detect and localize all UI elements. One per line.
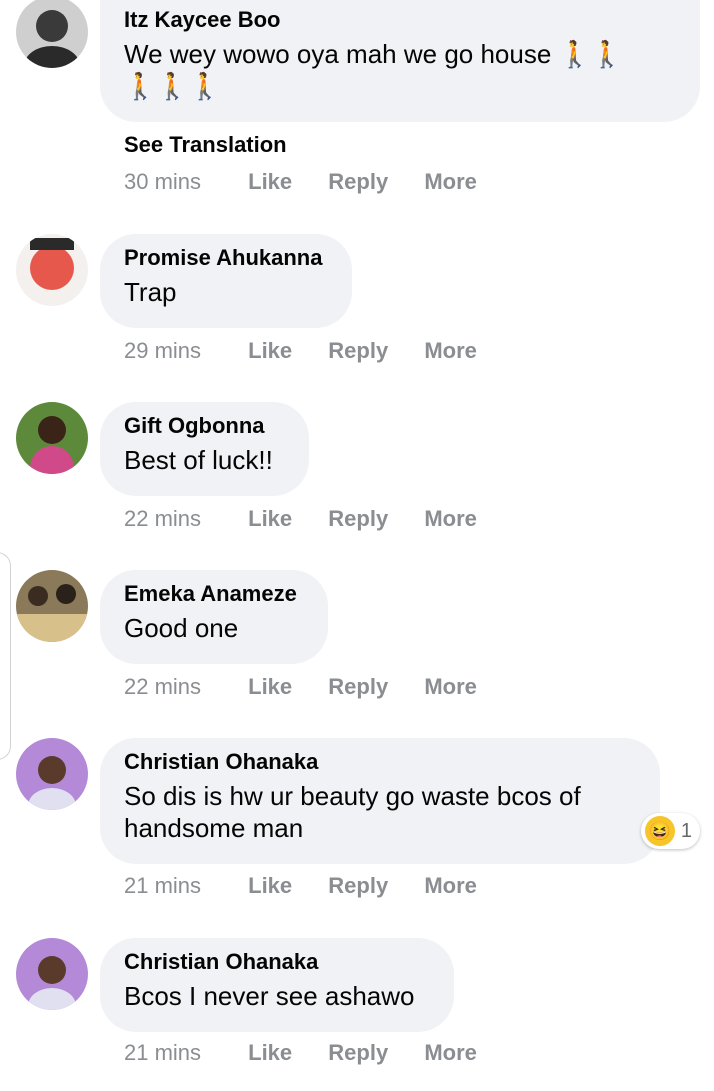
like-button[interactable]: Like <box>248 506 292 532</box>
avatar[interactable] <box>16 402 88 474</box>
walking-emoji: 🚶🚶🚶 <box>124 71 222 101</box>
like-button[interactable]: Like <box>248 169 292 195</box>
avatar-image <box>16 570 88 642</box>
avatar-image <box>16 402 88 474</box>
commenter-name[interactable]: Christian Ohanaka <box>124 748 636 776</box>
reply-button[interactable]: Reply <box>328 169 388 195</box>
reaction-count: 1 <box>680 819 692 842</box>
timestamp: 22 mins <box>124 506 202 531</box>
reply-button[interactable]: Reply <box>328 1040 388 1066</box>
like-button[interactable]: Like <box>248 674 292 700</box>
see-translation-link[interactable]: See Translation <box>124 132 287 158</box>
comment-actions: 22 mins Like Reply More <box>124 674 507 700</box>
commenter-name[interactable]: Emeka Anameze <box>124 580 304 608</box>
comment-text-line: So dis is hw ur beauty go waste bcos of <box>124 781 581 811</box>
comment-actions: 22 mins Like Reply More <box>124 506 507 532</box>
more-button[interactable]: More <box>424 169 477 195</box>
avatar[interactable] <box>16 234 88 306</box>
comment-text: Good one <box>124 613 239 643</box>
comment-actions: 21 mins Like Reply More <box>124 1040 507 1066</box>
avatar[interactable] <box>16 570 88 642</box>
commenter-name[interactable]: Christian Ohanaka <box>124 948 430 976</box>
comment-bubble[interactable]: Christian Ohanaka So dis is hw ur beauty… <box>100 738 660 864</box>
side-panel-edge <box>0 552 11 760</box>
comment-bubble[interactable]: Promise Ahukanna Trap <box>100 234 352 328</box>
more-button[interactable]: More <box>424 1040 477 1066</box>
avatar[interactable] <box>16 0 88 68</box>
comment-bubble[interactable]: Itz Kaycee Boo We wey wowo oya mah we go… <box>100 0 700 122</box>
comment-text-line: handsome man <box>124 813 304 843</box>
timestamp: 29 mins <box>124 338 202 363</box>
timestamp: 21 mins <box>124 1040 202 1065</box>
timestamp: 22 mins <box>124 674 202 699</box>
timestamp: 21 mins <box>124 873 202 898</box>
avatar-image <box>16 738 88 810</box>
comment-bubble[interactable]: Christian Ohanaka Bcos I never see ashaw… <box>100 938 454 1032</box>
comment-text: Trap <box>124 277 177 307</box>
comment-text: Best of luck!! <box>124 445 273 475</box>
avatar-image <box>16 234 88 306</box>
comment-bubble[interactable]: Emeka Anameze Good one <box>100 570 328 664</box>
avatar[interactable] <box>16 738 88 810</box>
commenter-name[interactable]: Itz Kaycee Boo <box>124 6 676 34</box>
comment-bubble[interactable]: Gift Ogbonna Best of luck!! <box>100 402 309 496</box>
like-button[interactable]: Like <box>248 873 292 899</box>
like-button[interactable]: Like <box>248 1040 292 1066</box>
reply-button[interactable]: Reply <box>328 506 388 532</box>
comment-actions: 21 mins Like Reply More <box>124 873 507 899</box>
reply-button[interactable]: Reply <box>328 873 388 899</box>
commenter-name[interactable]: Promise Ahukanna <box>124 244 328 272</box>
comment-actions: 29 mins Like Reply More <box>124 338 507 364</box>
avatar-image <box>16 938 88 1010</box>
avatar[interactable] <box>16 938 88 1010</box>
reply-button[interactable]: Reply <box>328 674 388 700</box>
avatar-image <box>16 0 88 68</box>
walking-emoji: 🚶🚶 <box>558 39 624 69</box>
like-button[interactable]: Like <box>248 338 292 364</box>
comment-text-body: We wey wowo oya mah we go house <box>124 39 552 69</box>
comment-text: Bcos I never see ashawo <box>124 981 415 1011</box>
commenter-name[interactable]: Gift Ogbonna <box>124 412 285 440</box>
reply-button[interactable]: Reply <box>328 338 388 364</box>
more-button[interactable]: More <box>424 873 477 899</box>
more-button[interactable]: More <box>424 338 477 364</box>
comment-text: So dis is hw ur beauty go waste bcos of … <box>124 780 636 844</box>
comment-actions: 30 mins Like Reply More <box>124 169 507 195</box>
laughing-emoji-icon: 😆 <box>644 816 675 846</box>
more-button[interactable]: More <box>424 674 477 700</box>
timestamp: 30 mins <box>124 169 202 194</box>
more-button[interactable]: More <box>424 506 477 532</box>
reaction-summary[interactable]: 😆 1 <box>640 813 700 849</box>
comment-text: We wey wowo oya mah we go house 🚶🚶 🚶🚶🚶 <box>124 38 676 102</box>
